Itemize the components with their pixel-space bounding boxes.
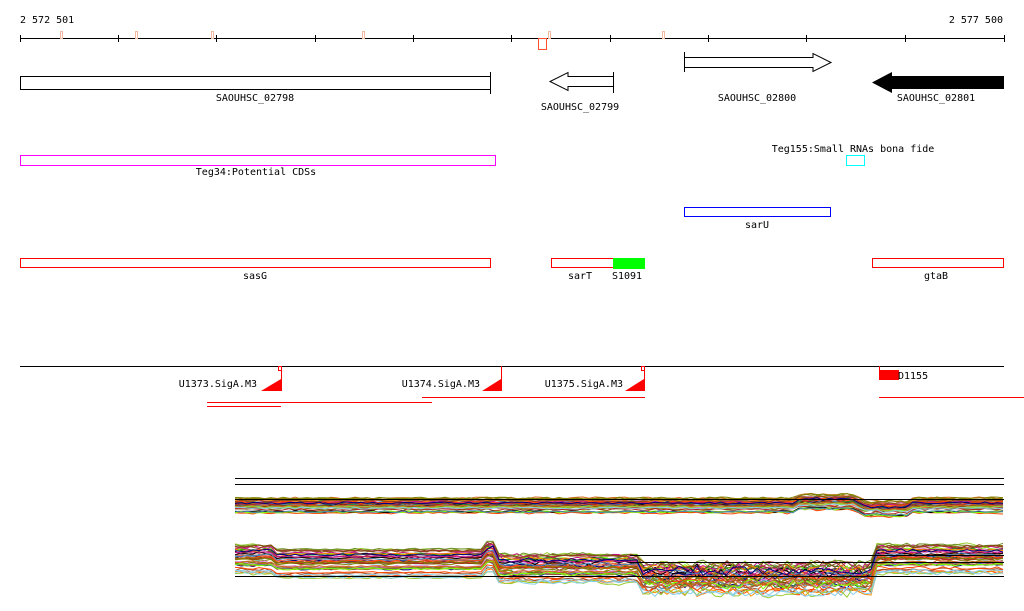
gene-SAOUHSC_02801[interactable]: SAOUHSC_02801 <box>872 72 1004 104</box>
gene-SAOUHSC_02800[interactable]: SAOUHSC_02800 <box>684 52 833 104</box>
feature-label: Teg34:Potential CDSs <box>196 167 316 178</box>
expression-track <box>234 478 1004 599</box>
promoter-label: D1155 <box>898 371 928 382</box>
gene-label: SAOUHSC_02798 <box>216 93 294 104</box>
feature-sarT[interactable]: sarT <box>551 258 614 283</box>
feature-label: Teg155:Small RNAs bona fide <box>772 144 935 155</box>
gene-label: SAOUHSC_02801 <box>897 93 975 104</box>
promoter-U1375[interactable]: U1375.SigA.M3 <box>545 366 645 391</box>
teg-track: Teg34:Potential CDSs Teg155:Small RNAs b… <box>20 144 935 179</box>
ruler-site-marker <box>211 31 214 39</box>
ruler-end-label: 2 577 500 <box>949 15 1003 26</box>
promoter-label: U1374.SigA.M3 <box>402 379 480 390</box>
feature-S1091[interactable]: S1091 <box>612 258 645 282</box>
teg-feature-teg34[interactable]: Teg34:Potential CDSs <box>20 155 496 179</box>
gene-label: SAOUHSC_02800 <box>718 93 796 104</box>
ruler-site-marker <box>362 31 365 39</box>
promoter-U1374[interactable]: U1374.SigA.M3 <box>402 366 502 391</box>
feature-label: gtaB <box>924 271 948 282</box>
ruler-site-marker <box>60 31 63 39</box>
feature-sarU[interactable]: sarU <box>684 207 831 232</box>
feature-label: sarU <box>745 220 769 231</box>
ruler-highlight-marker[interactable] <box>538 38 547 50</box>
feature-label: S1091 <box>612 271 642 282</box>
expression-panel-1 <box>234 492 1004 519</box>
expression-panel-2 <box>234 540 1004 599</box>
feature-sasG[interactable]: sasG <box>20 258 491 283</box>
ruler: 2 572 501 2 577 500 <box>20 15 1005 50</box>
feature-label: sasG <box>243 271 267 282</box>
promoter-label: U1373.SigA.M3 <box>179 379 257 390</box>
ruler-site-marker <box>135 31 138 39</box>
promoter-U1373[interactable]: U1373.SigA.M3 <box>179 366 282 391</box>
feature-label: sarT <box>568 271 592 282</box>
promoter-D1155[interactable]: D1155 <box>879 366 928 382</box>
ruler-site-marker <box>662 31 665 39</box>
gene-SAOUHSC_02798[interactable]: SAOUHSC_02798 <box>20 72 491 104</box>
feature-gtaB[interactable]: gtaB <box>872 258 1004 283</box>
gene-track: SAOUHSC_02798 SAOUHSC_02799 SAOUHSC_0280… <box>20 52 1004 113</box>
gene-label: SAOUHSC_02799 <box>541 102 619 113</box>
operon-track: sasG sarT S1091 gtaB <box>20 258 1004 283</box>
promoter-track: U1373.SigA.M3 U1374.SigA.M3 U1375.SigA.M… <box>20 366 1024 407</box>
ruler-start-label: 2 572 501 <box>20 15 74 26</box>
ruler-site-marker <box>548 31 551 39</box>
promoter-label: U1375.SigA.M3 <box>545 379 623 390</box>
genome-browser: 2 572 501 2 577 500 SAOUHSC_02798 SAOUHS… <box>20 15 1024 599</box>
gene-SAOUHSC_02799[interactable]: SAOUHSC_02799 <box>541 71 619 113</box>
teg-feature-teg155[interactable]: Teg155:Small RNAs bona fide <box>772 144 935 166</box>
